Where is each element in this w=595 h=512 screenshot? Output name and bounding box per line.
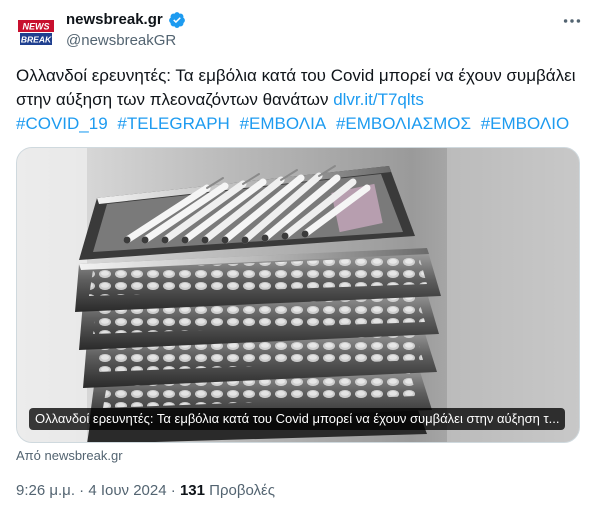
tweet-link[interactable]: dlvr.it/T7qlts (333, 90, 424, 109)
meta-separator: · (74, 482, 89, 499)
views-label: Προβολές (209, 482, 275, 499)
hashtag-covid19[interactable]: #COVID_19 (16, 114, 108, 133)
tweet-time[interactable]: 9:26 μ.μ. (16, 482, 75, 499)
tweet-text: Ολλανδοί ερευνητές: Τα εμβόλια κατά του … (16, 64, 576, 112)
hashtag-list: #COVID_19 #TELEGRAPH #ΕΜΒΟΛΙΑ #ΕΜΒΟΛΙΑΣΜ… (16, 112, 576, 136)
avatar-logo-text-top: NEWS (23, 22, 50, 32)
hashtag-emvoliasmos[interactable]: #ΕΜΒΟΛΙΑΣΜΟΣ (336, 114, 471, 133)
vaccine-trays-photo (17, 148, 579, 442)
tweet-body: Ολλανδοί ερευνητές: Τα εμβόλια κατά του … (16, 66, 576, 109)
avatar-logo-text-bottom: BREAK (21, 35, 52, 45)
avatar[interactable]: NEWS BREAK (16, 12, 56, 52)
hashtag-emvolia[interactable]: #ΕΜΒΟΛΙΑ (240, 114, 327, 133)
verified-badge-icon (169, 12, 185, 28)
link-preview-caption: Ολλανδοί ερευνητές: Τα εμβόλια κατά του … (29, 408, 566, 430)
user-handle[interactable]: @newsbreakGR (66, 31, 176, 51)
tweet-card: NEWS BREAK newsbreak.gr @newsbreakGR Ολλ… (0, 0, 595, 512)
tweet-date[interactable]: 4 Ιουν 2024 (88, 482, 166, 499)
more-options-icon[interactable] (561, 10, 583, 32)
source-link[interactable]: Από newsbreak.gr (16, 447, 123, 465)
tweet-meta: 9:26 μ.μ. · 4 Ιουν 2024 · 131 Προβολές (16, 481, 275, 501)
meta-separator-2: · (166, 482, 180, 499)
views-count: 131 (179, 482, 205, 499)
hashtag-telegraph[interactable]: #TELEGRAPH (117, 114, 229, 133)
user-name[interactable]: newsbreak.gr (66, 10, 163, 30)
link-preview-card[interactable]: Ολλανδοί ερευνητές: Τα εμβόλια κατά του … (16, 147, 580, 443)
hashtag-emvolio[interactable]: #ΕΜΒΟΛΙΟ (481, 114, 570, 133)
